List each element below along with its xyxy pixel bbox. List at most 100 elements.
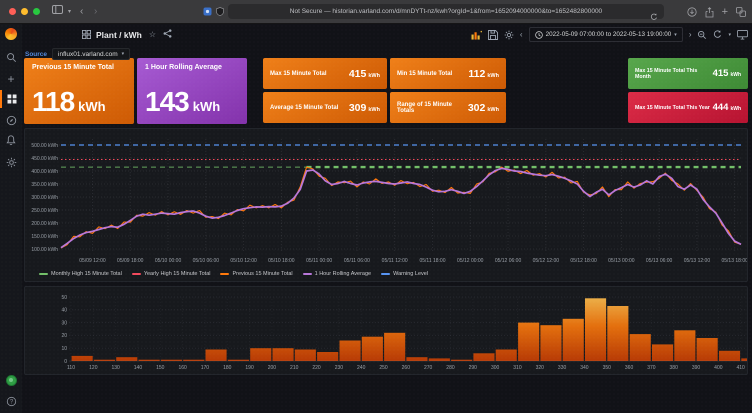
- timeseries-plot[interactable]: 100.00 kWh150.00 kWh200.00 kWh250.00 kWh…: [25, 129, 747, 269]
- legend-label: Previous 15 Minute Total: [232, 271, 292, 277]
- stat-title: Max 15 Minute Total This Year: [635, 105, 710, 111]
- stat-1h-rolling-average[interactable]: 1 Hour Rolling Average 143kWh: [137, 58, 247, 124]
- stat-previous-15min[interactable]: Previous 15 Minute Total 118kWh: [24, 58, 134, 124]
- stat-max-this-year[interactable]: Max 15 Minute Total This Year 444kWh: [628, 92, 748, 123]
- share-dashboard-icon[interactable]: [163, 29, 172, 41]
- histogram-bar[interactable]: [362, 337, 383, 361]
- explore-compass-icon[interactable]: [0, 111, 22, 129]
- tab-overview-button[interactable]: [736, 7, 746, 17]
- histogram-bar[interactable]: [473, 353, 494, 361]
- refresh-interval-dropdown[interactable]: ▾: [728, 32, 731, 38]
- stat-unit: kWh: [487, 107, 499, 113]
- y-axis-tick-label: 20: [61, 333, 67, 339]
- stat-average-15min[interactable]: Average 15 Minute Total 309kWh: [263, 92, 387, 123]
- source-variable-dropdown[interactable]: influx01.varland.com ▾: [52, 48, 130, 60]
- user-avatar[interactable]: [0, 371, 22, 389]
- histogram-bar[interactable]: [563, 319, 584, 361]
- extension-shield-icon[interactable]: [216, 7, 224, 16]
- time-shift-back-button[interactable]: ‹: [520, 30, 523, 39]
- y-axis-tick-label: 0: [64, 359, 67, 365]
- zoom-button[interactable]: [33, 8, 40, 15]
- histogram-bar[interactable]: [295, 350, 316, 362]
- chevron-down-icon[interactable]: ▾: [68, 4, 71, 20]
- x-axis-tick-label: 05/13 12:00: [684, 258, 711, 264]
- breadcrumb[interactable]: Plant / kWh: [96, 30, 142, 40]
- x-axis-tick-label: 05/13 18:00: [721, 258, 747, 264]
- address-bar[interactable]: Not Secure — historian.varland.com/d/mnD…: [228, 4, 664, 19]
- x-axis-tick-label: 05/11 18:00: [419, 258, 445, 264]
- dashboard-grid-icon[interactable]: [82, 26, 91, 44]
- histogram-bar[interactable]: [607, 306, 628, 361]
- minimize-button[interactable]: [21, 8, 28, 15]
- stat-value: 444: [713, 102, 729, 113]
- stat-range-15min[interactable]: Range of 15 Minute Totals 302kWh: [390, 92, 506, 123]
- close-button[interactable]: [9, 8, 16, 15]
- dashboard-settings-button[interactable]: [504, 30, 514, 40]
- histogram-bar[interactable]: [652, 344, 673, 361]
- histogram-bar[interactable]: [674, 330, 695, 361]
- histogram-bar[interactable]: [630, 334, 651, 361]
- stat-title: Min 15 Minute Total: [397, 71, 452, 77]
- y-axis-tick-label: 300.00 kWh: [31, 195, 58, 201]
- share-icon[interactable]: [705, 7, 714, 18]
- histogram-bar[interactable]: [206, 350, 227, 362]
- histogram-bar[interactable]: [540, 325, 561, 361]
- histogram-bar[interactable]: [317, 352, 338, 361]
- back-button[interactable]: ‹: [80, 4, 83, 20]
- time-range-picker[interactable]: 2022-05-09 07:00:00 to 2022-05-13 19:00:…: [529, 27, 683, 42]
- zoom-out-button[interactable]: [697, 30, 707, 40]
- extension-blue-icon[interactable]: [203, 7, 212, 16]
- histogram-bar[interactable]: [273, 348, 294, 361]
- histogram-bar[interactable]: [384, 333, 405, 361]
- legend-item[interactable]: Warning Level: [381, 271, 428, 277]
- sidebar-toggle-icon[interactable]: [52, 4, 63, 20]
- grafana-logo[interactable]: [0, 25, 22, 43]
- x-axis-tick-label: 230: [335, 365, 344, 371]
- histogram-bar[interactable]: [72, 356, 93, 361]
- reload-icon[interactable]: [650, 8, 658, 26]
- add-panel-button[interactable]: [471, 30, 482, 40]
- legend-item[interactable]: 1 Hour Rolling Average: [303, 271, 371, 277]
- histogram-bar[interactable]: [585, 298, 606, 361]
- time-shift-forward-button[interactable]: ›: [689, 30, 692, 39]
- dashboard-nav: Plant / kWh ☆ ‹ 2022-05-09 07:00:00 to: [22, 24, 752, 46]
- histogram-bar[interactable]: [697, 338, 718, 361]
- x-axis-tick-label: 05/10 12:00: [230, 258, 257, 264]
- chevron-down-icon: ▾: [674, 32, 677, 38]
- histogram-bar[interactable]: [250, 348, 271, 361]
- stat-unit: kWh: [368, 107, 380, 113]
- stat-min-15min[interactable]: Min 15 Minute Total 112kWh: [390, 58, 506, 89]
- star-icon[interactable]: ☆: [149, 30, 156, 40]
- forward-button[interactable]: ›: [94, 4, 97, 20]
- chevron-down-icon: ▾: [122, 51, 125, 57]
- alerting-bell-icon[interactable]: [0, 131, 22, 149]
- histogram-bar[interactable]: [496, 350, 517, 362]
- refresh-button[interactable]: [713, 30, 722, 39]
- histogram-bar[interactable]: [406, 357, 427, 361]
- dashboards-icon[interactable]: [0, 90, 22, 108]
- stat-value: 112: [468, 68, 485, 80]
- stat-max-15min[interactable]: Max 15 Minute Total 415kWh: [263, 58, 387, 89]
- x-axis-tick-label: 320: [536, 365, 545, 371]
- histogram-bar[interactable]: [340, 341, 361, 362]
- kiosk-mode-button[interactable]: [737, 30, 748, 40]
- histogram-bar[interactable]: [518, 323, 539, 361]
- histogram-bar[interactable]: [719, 351, 740, 361]
- create-plus-icon[interactable]: +: [0, 70, 22, 88]
- legend-color-marker: [381, 273, 390, 276]
- histogram-plot[interactable]: 0102030405011012013014015016017018019020…: [25, 287, 747, 374]
- legend-item[interactable]: Yearly High 15 Minute Total: [132, 271, 211, 277]
- legend-item[interactable]: Monthly High 15 Minute Total: [39, 271, 122, 277]
- x-axis-tick-label: 360: [625, 365, 634, 371]
- download-icon[interactable]: [687, 7, 697, 17]
- new-tab-button[interactable]: +: [722, 7, 728, 17]
- x-axis-tick-label: 190: [245, 365, 254, 371]
- save-dashboard-button[interactable]: [488, 30, 498, 40]
- legend-item[interactable]: Previous 15 Minute Total: [220, 271, 292, 277]
- search-icon[interactable]: [0, 48, 22, 66]
- stat-title: 1 Hour Rolling Average: [145, 64, 239, 71]
- configuration-gear-icon[interactable]: [0, 153, 22, 171]
- stat-max-this-month[interactable]: Max 15 Minute Total This Month 415kWh: [628, 58, 748, 89]
- help-icon[interactable]: ?: [0, 392, 22, 410]
- histogram-bar[interactable]: [116, 357, 137, 361]
